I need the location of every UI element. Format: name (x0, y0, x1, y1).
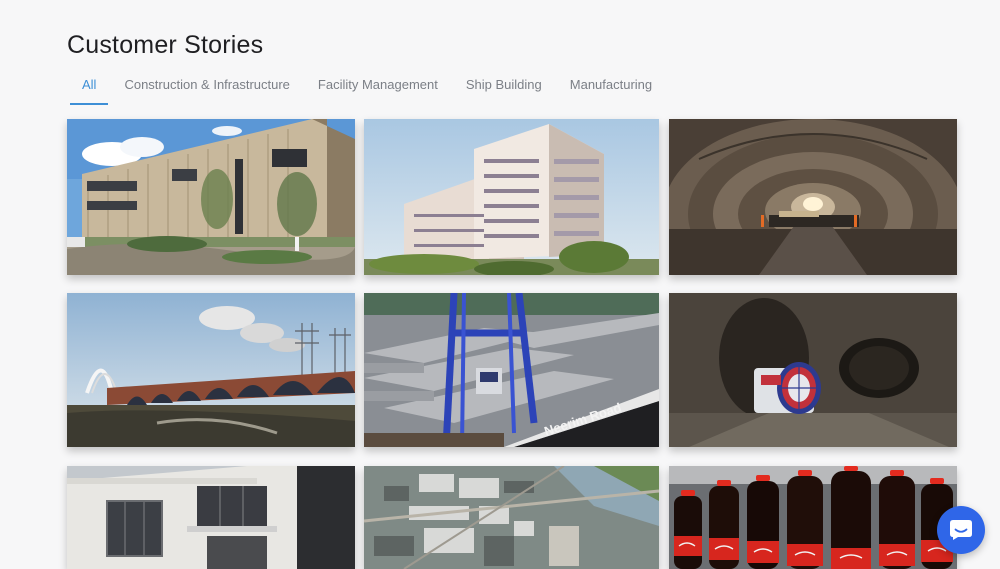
villa-image (67, 466, 355, 569)
chat-bubble-icon (950, 520, 972, 540)
story-card-tunnel-boring-machine[interactable] (669, 293, 957, 447)
aerial-harbour-image (364, 466, 659, 569)
story-card-gantry-crane[interactable]: Neerim Road (364, 293, 659, 447)
office-building-image (67, 119, 355, 275)
gantry-crane-image: Neerim Road (364, 293, 659, 447)
story-card-cola-bottling[interactable] (669, 466, 957, 569)
cola-bottling-image (669, 466, 957, 569)
apartment-tower-image (364, 119, 659, 275)
story-card-apartment-tower[interactable] (364, 119, 659, 275)
chat-launcher-button[interactable] (937, 506, 985, 554)
story-card-road-tunnel[interactable] (669, 119, 957, 275)
story-card-villa[interactable] (67, 466, 355, 569)
tunnel-boring-machine-image (669, 293, 957, 447)
road-tunnel-image (669, 119, 957, 275)
railway-viaduct-image (67, 293, 355, 447)
story-grid: Neerim Road (0, 0, 1000, 569)
story-card-aerial-harbour[interactable] (364, 466, 659, 569)
story-card-railway-viaduct[interactable] (67, 293, 355, 447)
story-card-office-building[interactable] (67, 119, 355, 275)
